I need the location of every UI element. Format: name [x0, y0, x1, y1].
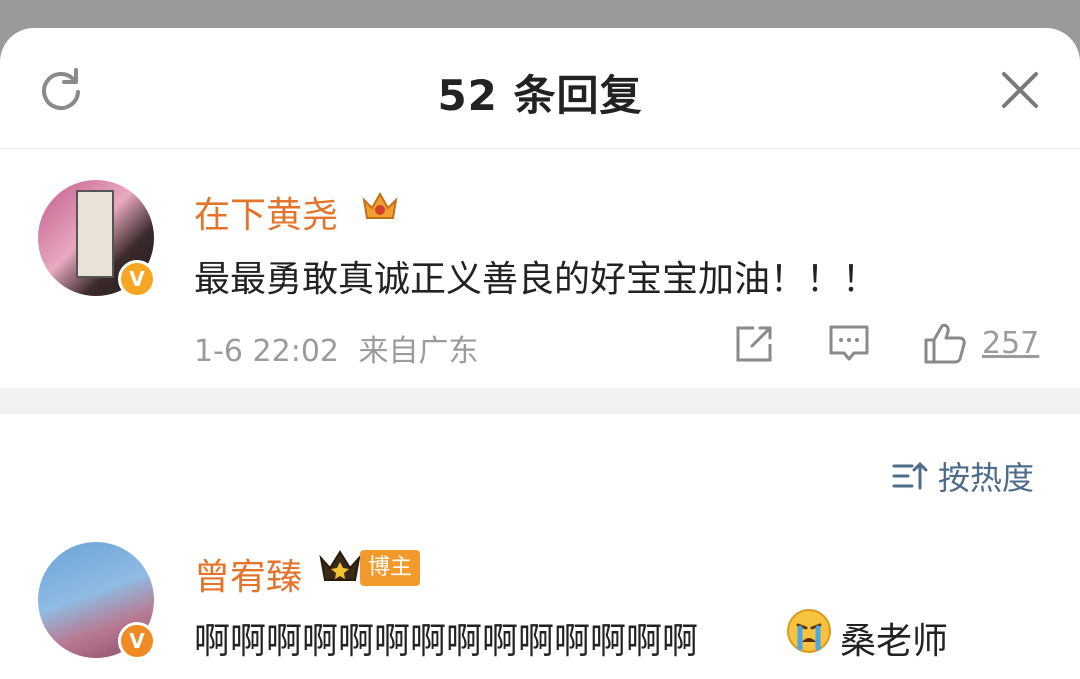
reply-sheet: 52 条回复 V 在下黄尧 最最勇敢真诚正义善良的好宝宝加油！！！ 1-6 22… — [0, 28, 1080, 679]
page-title: 52 条回复 — [437, 71, 643, 120]
crying-emoji — [787, 609, 831, 653]
comment-time: 1-6 22:02 — [194, 334, 339, 369]
header: 52 条回复 — [0, 28, 1080, 149]
crown-icon — [319, 550, 361, 581]
avatar-photo-strip — [76, 190, 114, 278]
comment-text: 最最勇敢真诚正义善良的好宝宝加油！！！ — [194, 259, 879, 300]
share-icon[interactable] — [734, 324, 774, 364]
verified-icon: V — [118, 260, 156, 298]
verified-icon: V — [118, 622, 156, 660]
reply-text: 啊啊啊啊啊啊啊啊啊啊啊啊啊啊 — [194, 621, 699, 662]
crown-icon — [362, 191, 398, 219]
reply-text-after: 桑老师 — [840, 621, 949, 662]
sort-button[interactable]: 按热度 — [892, 456, 1035, 497]
like-count[interactable]: 257 — [982, 326, 1039, 361]
reply-username[interactable]: 曾宥臻 — [194, 548, 302, 600]
close-icon[interactable] — [998, 68, 1042, 112]
comment-meta: 1-6 22:02 来自广东 — [194, 326, 479, 370]
sort-icon — [892, 462, 928, 490]
comment-icon[interactable] — [828, 324, 870, 364]
section-divider — [0, 388, 1080, 414]
comment-location: 来自广东 — [358, 334, 479, 369]
sort-label: 按热度 — [938, 459, 1035, 497]
like-icon[interactable] — [922, 322, 966, 364]
blogger-badge: 博主 — [360, 550, 421, 586]
username[interactable]: 在下黄尧 — [194, 186, 338, 238]
